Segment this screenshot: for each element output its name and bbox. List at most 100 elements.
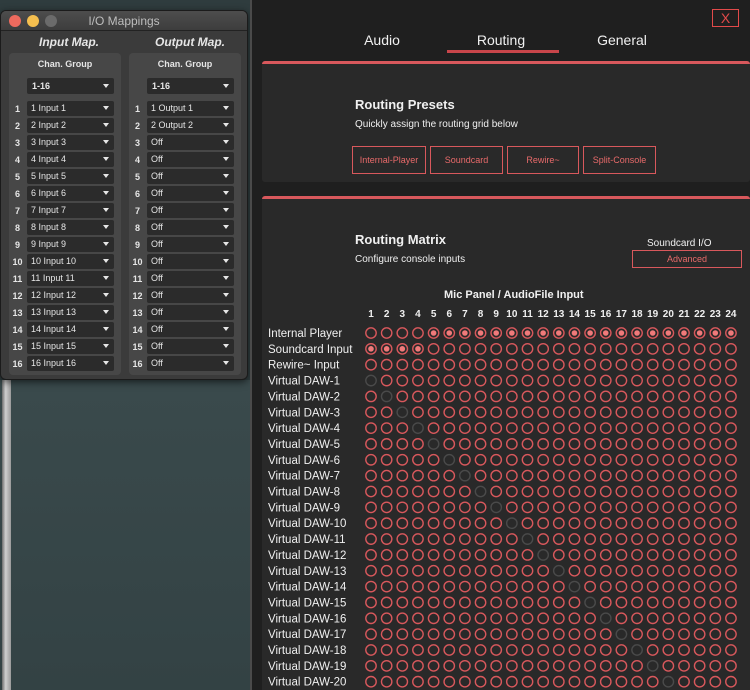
routing-cell[interactable] — [537, 612, 550, 625]
routing-cell[interactable] — [396, 374, 409, 387]
routing-cell[interactable] — [709, 533, 722, 545]
routing-cell[interactable] — [615, 533, 628, 545]
routing-cell[interactable] — [599, 469, 612, 482]
routing-cell[interactable] — [412, 580, 424, 593]
routing-cell[interactable] — [709, 358, 722, 371]
routing-cell[interactable] — [537, 390, 550, 403]
routing-cell[interactable] — [521, 564, 534, 577]
routing-cell[interactable] — [427, 659, 440, 672]
routing-cell[interactable] — [709, 675, 722, 688]
routing-cell[interactable] — [505, 485, 518, 498]
routing-cell[interactable] — [631, 453, 643, 466]
routing-cell[interactable] — [427, 406, 440, 419]
routing-cell[interactable] — [365, 485, 377, 498]
routing-cell[interactable] — [474, 422, 487, 435]
routing-cell[interactable] — [490, 517, 503, 530]
routing-cell[interactable] — [725, 422, 737, 435]
routing-cell[interactable] — [646, 374, 659, 387]
routing-cell[interactable] — [458, 517, 471, 530]
routing-cell[interactable] — [505, 533, 518, 545]
routing-cell[interactable] — [631, 675, 643, 688]
routing-cell[interactable] — [584, 390, 596, 403]
routing-cell[interactable] — [599, 438, 612, 450]
routing-cell[interactable] — [693, 327, 706, 339]
routing-cell[interactable] — [380, 612, 393, 625]
routing-cell[interactable] — [412, 596, 424, 609]
routing-cell[interactable] — [584, 453, 596, 466]
routing-cell[interactable] — [584, 612, 596, 625]
routing-cell[interactable] — [490, 469, 503, 482]
routing-cell[interactable] — [615, 564, 628, 577]
routing-cell[interactable] — [599, 517, 612, 530]
routing-cell[interactable] — [646, 390, 659, 403]
routing-cell[interactable] — [599, 327, 612, 339]
routing-cell[interactable] — [725, 612, 737, 625]
routing-cell[interactable] — [396, 580, 409, 593]
routing-cell[interactable] — [427, 342, 440, 355]
routing-cell[interactable] — [725, 564, 737, 577]
close-button[interactable]: X — [712, 9, 739, 27]
routing-cell[interactable] — [725, 580, 737, 593]
output-mapping-select[interactable]: Off — [147, 254, 234, 269]
routing-cell[interactable] — [568, 564, 581, 577]
routing-cell[interactable] — [599, 342, 612, 355]
routing-cell[interactable] — [662, 327, 675, 339]
tab-audio[interactable]: Audio — [342, 32, 422, 48]
routing-cell[interactable] — [458, 644, 471, 656]
preset-soundcard-button[interactable]: Soundcard — [430, 146, 503, 174]
routing-cell[interactable] — [646, 501, 659, 514]
routing-cell[interactable] — [537, 596, 550, 609]
input-mapping-select[interactable]: 4 Input 4 — [27, 152, 114, 167]
routing-cell[interactable] — [646, 469, 659, 482]
routing-cell[interactable] — [709, 342, 722, 355]
routing-cell[interactable] — [458, 612, 471, 625]
routing-cell[interactable] — [443, 469, 456, 482]
routing-cell[interactable] — [521, 327, 534, 339]
routing-cell[interactable] — [537, 469, 550, 482]
routing-cell[interactable] — [678, 469, 690, 482]
routing-cell[interactable] — [521, 596, 534, 609]
routing-cell[interactable] — [474, 675, 487, 688]
routing-cell[interactable] — [505, 564, 518, 577]
routing-cell[interactable] — [646, 580, 659, 593]
routing-cell[interactable] — [427, 612, 440, 625]
output-mapping-select[interactable]: Off — [147, 356, 234, 371]
routing-cell[interactable] — [552, 533, 565, 545]
routing-cell[interactable] — [365, 358, 377, 371]
routing-cell[interactable] — [584, 438, 596, 450]
routing-cell[interactable] — [552, 358, 565, 371]
routing-cell[interactable] — [599, 580, 612, 593]
routing-cell[interactable] — [678, 422, 690, 435]
routing-cell[interactable] — [412, 485, 424, 498]
routing-cell[interactable] — [552, 501, 565, 514]
input-mapping-select[interactable]: 11 Input 11 — [27, 271, 114, 286]
routing-cell[interactable] — [443, 564, 456, 577]
routing-cell[interactable] — [505, 659, 518, 672]
routing-cell[interactable] — [443, 327, 456, 339]
routing-cell[interactable] — [380, 596, 393, 609]
routing-cell[interactable] — [365, 580, 377, 593]
routing-cell[interactable] — [646, 406, 659, 419]
routing-cell[interactable] — [678, 596, 690, 609]
routing-cell[interactable] — [568, 644, 581, 656]
routing-cell[interactable] — [615, 469, 628, 482]
routing-cell[interactable] — [646, 675, 659, 688]
routing-cell[interactable] — [662, 628, 675, 641]
routing-cell[interactable] — [521, 659, 534, 672]
routing-cell[interactable] — [537, 453, 550, 466]
routing-cell[interactable] — [490, 406, 503, 419]
routing-cell[interactable] — [662, 469, 675, 482]
io-window-titlebar[interactable]: I/O Mappings — [1, 11, 247, 31]
routing-cell[interactable] — [537, 374, 550, 387]
routing-cell[interactable] — [725, 485, 737, 498]
output-mapping-select[interactable]: Off — [147, 305, 234, 320]
routing-cell[interactable] — [678, 564, 690, 577]
routing-cell[interactable] — [709, 628, 722, 641]
routing-cell[interactable] — [443, 485, 456, 498]
routing-cell[interactable] — [490, 422, 503, 435]
routing-cell[interactable] — [584, 342, 596, 355]
routing-cell[interactable] — [427, 580, 440, 593]
routing-cell[interactable] — [380, 469, 393, 482]
routing-cell[interactable] — [646, 453, 659, 466]
routing-cell[interactable] — [693, 596, 706, 609]
